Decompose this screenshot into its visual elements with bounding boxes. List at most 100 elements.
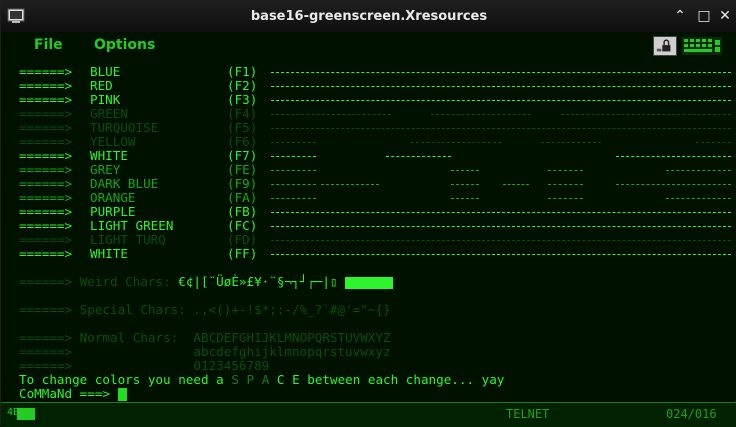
lowercase-chars: abcdefghijklmnopqrstuvwxyz <box>193 344 391 359</box>
function-key: (F9) <box>227 176 258 191</box>
color-row[interactable]: ======> ORANGE (FA) <box>19 191 731 205</box>
expand-icon[interactable]: ⌃ <box>672 8 688 24</box>
arrow-marker: ======> <box>19 190 73 205</box>
window-title: base16-greenscreen.Xresources <box>250 9 488 24</box>
color-row[interactable]: ======> LIGHT TURQ (FD) <box>19 233 731 247</box>
color-name: TURQUOISE <box>90 120 159 135</box>
dash-bar <box>271 135 731 149</box>
space-letter: C <box>276 372 285 387</box>
menu-bar: File Options <box>1 32 736 60</box>
dash-segment <box>271 100 731 102</box>
color-row[interactable]: ======> BLUE (F1) <box>19 65 731 79</box>
dash-segment <box>503 184 529 186</box>
keyboard-icon[interactable] <box>682 37 722 55</box>
function-key: (F6) <box>227 134 258 149</box>
arrow-marker: ======> <box>19 344 73 359</box>
menu-file[interactable]: File <box>34 37 63 53</box>
function-key: (F1) <box>227 64 258 79</box>
color-name: DARK BLUE <box>90 176 159 191</box>
dash-segment <box>561 114 731 116</box>
dash-segment <box>696 142 731 144</box>
function-key: (F4) <box>227 106 258 121</box>
title-bar[interactable]: base16-greenscreen.Xresources ⌃ □ ✕ <box>1 1 736 33</box>
maximize-icon[interactable]: □ <box>696 8 712 24</box>
dash-segment <box>451 184 479 186</box>
color-name: LIGHT TURQ <box>90 232 166 247</box>
keyboard-lock-icon[interactable] <box>653 36 677 56</box>
arrow-marker: ======> <box>19 274 73 289</box>
dash-bar <box>271 233 731 247</box>
arrow-marker: ======> <box>19 162 73 177</box>
arrow-marker: ======> <box>19 246 73 261</box>
special-chars-label: Special Chars: <box>79 302 186 317</box>
color-row[interactable]: ======> GREEN (F4) <box>19 107 731 121</box>
color-row[interactable]: ======> WHITE (F7) <box>19 149 731 163</box>
color-row[interactable]: ======> YELLOW (F6) <box>19 135 731 149</box>
dash-segment <box>321 184 379 186</box>
function-key: (F3) <box>227 92 258 107</box>
color-name: RED <box>90 78 113 93</box>
color-row[interactable]: ======> PINK (F3) <box>19 93 731 107</box>
dash-segment <box>271 226 731 228</box>
arrow-marker: ======> <box>19 204 73 219</box>
uppercase-chars: ABCDEFGHIJKLMNOPQRSTUVWXYZ <box>193 330 391 345</box>
dash-segment <box>666 170 731 172</box>
dash-segment <box>411 142 501 144</box>
function-key: (FB) <box>227 204 258 219</box>
function-key: (FE) <box>227 162 258 177</box>
status-mode: TELNET <box>506 407 550 421</box>
dash-segment <box>271 142 316 144</box>
color-row[interactable]: ======> DARK BLUE (F9) <box>19 177 731 191</box>
cursor-position: 024/016 <box>666 407 717 421</box>
space-letter: A <box>261 372 270 387</box>
special-chars-row: ======> Special Chars: .,<()+-!$*;:-/%_?… <box>19 303 391 317</box>
close-icon[interactable]: ✕ <box>717 8 733 24</box>
dash-bar <box>271 163 731 177</box>
dash-segment <box>616 156 731 158</box>
dash-segment <box>271 114 391 116</box>
function-key: (F2) <box>227 78 258 93</box>
dash-bar <box>271 247 731 261</box>
arrow-marker: ======> <box>19 302 73 317</box>
function-key: (FC) <box>227 218 258 233</box>
color-name: LIGHT GREEN <box>90 218 174 233</box>
command-line[interactable]: CoMMaNd ===> <box>19 387 127 401</box>
space-letter: P <box>246 372 255 387</box>
dash-segment <box>271 128 731 130</box>
color-name: PURPLE <box>90 204 136 219</box>
color-name: YELLOW <box>90 134 136 149</box>
status-indicator-block <box>17 408 35 420</box>
color-name: ORANGE <box>90 190 136 205</box>
color-row[interactable]: ======> WHITE (FF) <box>19 247 731 261</box>
text-cursor[interactable] <box>117 388 127 401</box>
normal-chars-label: Normal Chars: <box>79 330 179 345</box>
arrow-marker: ======> <box>19 92 73 107</box>
arrow-marker: ======> <box>19 176 73 191</box>
color-row[interactable]: ======> PURPLE (FB) <box>19 205 731 219</box>
menu-options[interactable]: Options <box>94 37 155 53</box>
function-key: (FF) <box>227 246 258 261</box>
dash-bar <box>271 93 731 107</box>
terminal-screen[interactable]: ======> BLUE (F1) ======> RED (F2) ======> PINK… <box>1 60 736 401</box>
digit-chars: 0123456789 <box>193 358 270 373</box>
arrow-marker: ======> <box>19 78 73 93</box>
color-row[interactable]: ======> LIGHT GREEN (FC) <box>19 219 731 233</box>
dash-segment <box>548 184 583 186</box>
normal-chars-row: ======> abcdefghijklmnopqrstuvwxyz <box>19 345 391 359</box>
color-row[interactable]: ======> GREY (FE) <box>19 163 731 177</box>
arrow-marker: ======> <box>19 330 73 345</box>
normal-chars-row: ======> 0123456789 <box>19 359 269 373</box>
dash-bar <box>271 65 731 79</box>
weird-chars-row: ======> Weird Chars: €¢|[¨ÜøÈ»£¥·¨§¬┐┘┌─… <box>19 274 394 289</box>
color-row[interactable]: ======> RED (F2) <box>19 79 731 93</box>
dash-bar <box>271 107 731 121</box>
color-name: PINK <box>90 92 121 107</box>
dash-segment <box>541 142 601 144</box>
normal-chars-row: ======> Normal Chars: ABCDEFGHIJKLMNOPQR… <box>19 331 391 345</box>
arrow-marker: ======> <box>19 148 73 163</box>
arrow-marker: ======> <box>19 232 73 247</box>
color-row[interactable]: ======> TURQUOISE (F5) <box>19 121 731 135</box>
dash-bar <box>271 205 731 219</box>
dash-bar <box>271 219 731 233</box>
dash-segment <box>616 184 731 186</box>
